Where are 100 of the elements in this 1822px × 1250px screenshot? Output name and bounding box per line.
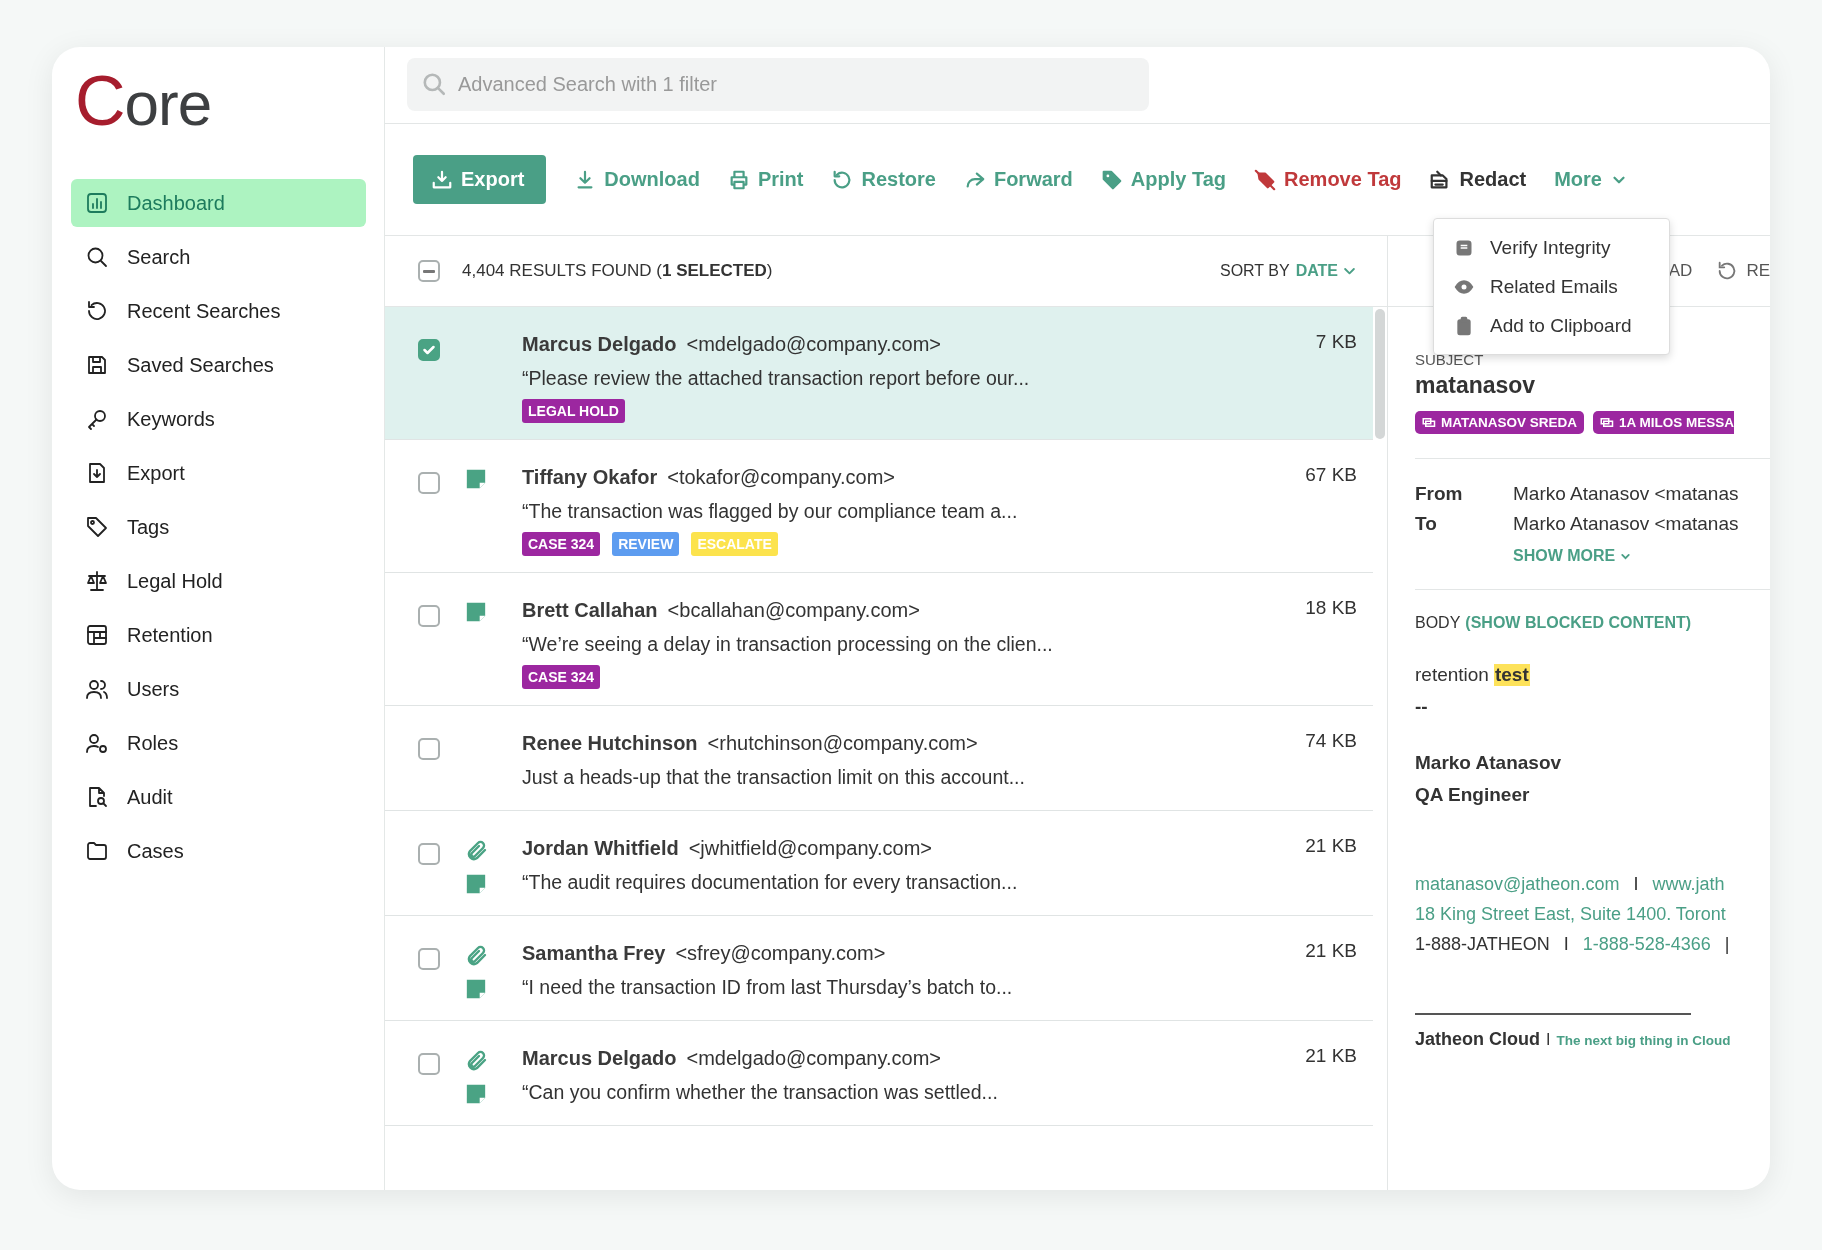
signature-text: 1-888-JATHEON	[1415, 934, 1550, 955]
sender-name: Renee Hutchinson	[522, 731, 698, 756]
sender-email: <bcallahan@company.com>	[667, 598, 920, 623]
menu-item[interactable]: Add to Clipboard	[1434, 306, 1669, 345]
checkbox[interactable]	[418, 472, 440, 494]
download-tray-icon	[431, 168, 453, 191]
bar-chart-icon	[85, 191, 109, 215]
search-field[interactable]: Advanced Search with 1 filter	[407, 58, 1149, 111]
separator-text: I	[1633, 874, 1639, 895]
tag: CASE 324	[522, 665, 601, 689]
sidebar-item[interactable]: Audit	[71, 773, 366, 821]
sidebar-item[interactable]: Saved Searches	[71, 341, 366, 389]
email-size: 21 KB	[1305, 940, 1357, 962]
sender-name: Brett Callahan	[522, 598, 658, 623]
email-row[interactable]: Samantha Frey <sfrey@company.com> “I need the transaction ID from last Thursday’s batch to... 21 KB	[385, 916, 1373, 1021]
sort-label: SORT BY	[1219, 262, 1290, 280]
sidebar-item[interactable]: Users	[71, 665, 366, 713]
key-icon	[85, 407, 109, 431]
results-summary: 4,404 RESULTS FOUND (1 SELECTED)	[462, 261, 773, 281]
separator-text: I	[1563, 934, 1569, 955]
sidebar-item[interactable]: Cases	[71, 827, 366, 875]
scales-icon	[85, 569, 109, 593]
sidebar-item[interactable]: Dashboard	[71, 179, 366, 227]
sidebar-item[interactable]: Keywords	[71, 395, 366, 443]
field-label: From	[1415, 483, 1464, 505]
sidebar-item[interactable]: Roles	[71, 719, 366, 767]
subject-label: SUBJECT	[1415, 351, 1485, 368]
logo: Core	[74, 63, 213, 142]
sender-name: Marcus Delgado	[522, 1046, 677, 1071]
checkbox[interactable]	[418, 948, 440, 970]
email-row[interactable]: Marcus Delgado <mdelgado@company.com> “Please review the attached transaction report before our... LEGAL HOLD 7 KB	[385, 307, 1373, 440]
separator-text: I	[1546, 1031, 1551, 1049]
users-icon	[85, 677, 109, 701]
email-size: 21 KB	[1305, 1045, 1357, 1067]
sender-name: Tiffany Okafor	[522, 465, 658, 490]
sidebar-item[interactable]: Export	[71, 449, 366, 497]
email-size: 7 KB	[1315, 331, 1357, 353]
email-preview: “I need the transaction ID from last Thursday’s batch to...	[522, 975, 1014, 1000]
email-row[interactable]: Brett Callahan <bcallahan@company.com> “We’re seeing a delay in transaction processing on the clien... CASE 324 18 KB	[385, 573, 1373, 706]
tag: LEGAL HOLD	[522, 399, 625, 423]
email-preview: “Please review the attached transaction report before our...	[522, 366, 1031, 391]
tagline: The next big thing in Cloud	[1556, 1033, 1731, 1048]
history-icon	[85, 299, 109, 323]
checkbox[interactable]	[418, 843, 440, 865]
sidebar-item[interactable]: Retention	[71, 611, 366, 659]
company-name: Jatheon Cloud	[1415, 1029, 1540, 1050]
menu-item[interactable]: Related Emails	[1434, 267, 1669, 306]
scrollbar-thumb[interactable]	[1375, 309, 1385, 439]
label-chip[interactable]: 1A MILOS MESSA	[1593, 411, 1735, 434]
highlighted-term: test	[1493, 664, 1530, 686]
sidebar-item[interactable]: Search	[71, 233, 366, 281]
email-row[interactable]: Tiffany Okafor <tokafor@company.com> “The transaction was flagged by our compliance team a... CASE 324 REVIEW ESCALATE 67 KB	[385, 440, 1373, 573]
body-label: BODY	[1415, 614, 1461, 632]
signature-name: Marko Atanasov	[1415, 752, 1563, 774]
action-text[interactable]: AD	[1668, 261, 1693, 281]
tag: REVIEW	[612, 532, 680, 556]
checkbox[interactable]	[418, 339, 440, 361]
clipboard-icon	[1454, 315, 1474, 336]
checkbox[interactable]	[418, 738, 440, 760]
field-label: To	[1415, 513, 1438, 535]
checkbox[interactable]	[418, 605, 440, 627]
body-text: retention	[1415, 664, 1489, 686]
email-row[interactable]: Jordan Whitfield <jwhitfield@company.com> “The audit requires documentation for every transaction... 21 KB	[385, 811, 1373, 916]
tag: ESCALATE	[691, 532, 778, 556]
sidebar-item[interactable]: Legal Hold	[71, 557, 366, 605]
email-preview: Just a heads-up that the transaction limit on this account...	[522, 765, 1026, 790]
field-value: Marko Atanasov <matanas	[1513, 483, 1740, 505]
sender-email: <mdelgado@company.com>	[686, 1046, 941, 1071]
tag-icon	[85, 515, 109, 539]
email-preview: “The audit requires documentation for every transaction...	[522, 870, 1019, 895]
email-preview: “We’re seeing a delay in transaction processing on the clien...	[522, 632, 1054, 657]
grid-icon	[85, 623, 109, 647]
stacked-boxes-icon	[1600, 415, 1615, 430]
field-value: Marko Atanasov <matanas	[1513, 513, 1740, 535]
toolbar-button[interactable]: Redact	[1429, 168, 1527, 191]
toolbar-button[interactable]: Remove Tag	[1254, 168, 1402, 191]
sender-email: <rhutchinson@company.com>	[707, 731, 978, 756]
select-all-checkbox[interactable]	[418, 260, 440, 282]
sidebar-item[interactable]: Recent Searches	[71, 287, 366, 335]
sender-name: Jordan Whitfield	[522, 836, 679, 861]
menu-item[interactable]: Verify Integrity	[1434, 228, 1669, 267]
separator-text: |	[1724, 934, 1730, 955]
sidebar-item[interactable]: Tags	[71, 503, 366, 551]
sender-email: <jwhitfield@company.com>	[688, 836, 933, 861]
action-text[interactable]: RE	[1746, 261, 1770, 281]
email-row[interactable]: Marcus Delgado <mdelgado@company.com> “Can you confirm whether the transaction was settled... 21 KB	[385, 1021, 1373, 1126]
label-chip[interactable]: MATANASOV SREDA	[1415, 411, 1584, 434]
sender-email: <sfrey@company.com>	[675, 941, 886, 966]
signature-separator: --	[1415, 696, 1429, 718]
tag: CASE 324	[522, 532, 601, 556]
email-row[interactable]: Renee Hutchinson <rhutchinson@company.com> Just a heads-up that the transaction limit on this account... 74 KB	[385, 706, 1373, 811]
email-preview: “Can you confirm whether the transaction was settled...	[522, 1080, 999, 1105]
sender-email: <tokafor@company.com>	[667, 465, 896, 490]
tag-icon	[1100, 168, 1123, 191]
checkbox[interactable]	[418, 1053, 440, 1075]
signature-title: QA Engineer	[1415, 784, 1531, 806]
folder-icon	[85, 839, 109, 863]
sender-email: <mdelgado@company.com>	[686, 332, 941, 357]
stacked-boxes-icon	[1422, 415, 1437, 430]
crossed-tag-icon	[1254, 168, 1277, 191]
